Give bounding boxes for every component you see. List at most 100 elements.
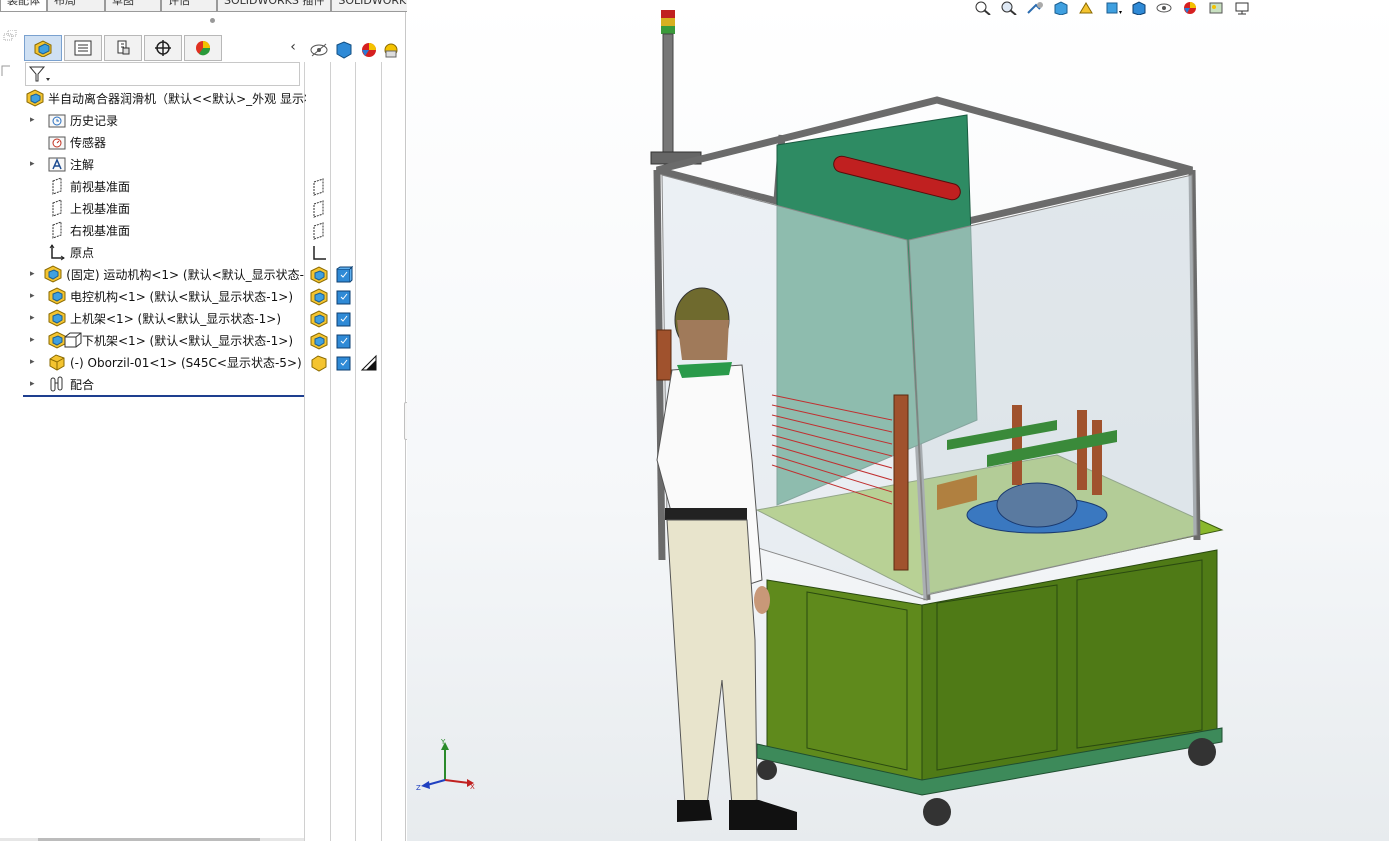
tree-item-label: 下机架<1> (默认<默认_显示状态-1>) xyxy=(82,333,293,348)
tab-assembly[interactable]: 装配体 xyxy=(0,0,47,12)
command-manager-tabs: 装配体 布局 草图 评估 SOLIDWORKS 插件 SOLIDWORKS MB… xyxy=(0,0,450,12)
display-state-cube-icon[interactable] xyxy=(335,288,353,306)
display-state-cube-icon[interactable] xyxy=(335,332,353,350)
filter-funnel-icon[interactable] xyxy=(29,66,51,84)
part-visibility-icon[interactable] xyxy=(310,354,328,372)
tree-item-label: 电控机构<1> (默认<默认_显示状态-1>) xyxy=(70,289,293,304)
plane-visibility-icon[interactable] xyxy=(310,178,328,196)
shaded-triangle-icon[interactable] xyxy=(360,354,378,372)
solidworks-window: 装配体 布局 草图 评估 SOLIDWORKS 插件 SOLIDWORKS MB… xyxy=(0,0,1389,841)
tab-layout[interactable]: 布局 xyxy=(47,0,105,12)
appearance-ball-icon xyxy=(362,43,376,57)
tree-item-label: 历史记录 xyxy=(70,113,119,128)
reference-triad: Y X Z xyxy=(416,738,475,792)
display-pie-icon xyxy=(196,41,211,56)
property-list-icon xyxy=(74,40,92,56)
origin-visibility-icon[interactable] xyxy=(310,244,328,262)
tree-item-label: (固定) 运动机构<1> (默认<默认_显示状态- xyxy=(66,267,304,282)
tree-filter-box[interactable] xyxy=(25,62,300,86)
display-state-cube-icon[interactable] xyxy=(335,354,353,372)
tree-item-label: 传感器 xyxy=(70,135,107,150)
collapse-panel-icon[interactable]: ‹ xyxy=(286,39,300,55)
tree-root-label: 半自动离合器润滑机（默认<<默认>_外观 显示状 xyxy=(48,91,306,106)
expand-arrow-icon[interactable]: ▸ xyxy=(30,269,40,279)
tab-evaluate[interactable]: 评估 xyxy=(161,0,217,12)
triad-x-label: X xyxy=(470,783,475,791)
tree-item-label: 前视基准面 xyxy=(70,179,131,194)
expand-arrow-icon[interactable]: ▸ xyxy=(30,335,40,345)
expand-arrow-icon[interactable]: ▸ xyxy=(30,357,40,367)
origin-icon xyxy=(48,243,66,261)
display-state-cube-icon[interactable] xyxy=(335,310,353,328)
tree-item-history[interactable]: ▸ 历史记录 xyxy=(30,109,118,131)
feature-manager-tab[interactable] xyxy=(24,35,62,61)
expand-arrow-icon[interactable]: ▸ xyxy=(30,379,40,389)
tree-item-electric-control[interactable]: ▸ 电控机构<1> (默认<默认_显示状态-1>) xyxy=(30,285,293,307)
assembly-icon xyxy=(26,89,44,107)
expand-arrow-icon[interactable]: ▸ xyxy=(30,115,40,125)
tree-item-label: 上机架<1> (默认<默认_显示状态-1>) xyxy=(70,311,281,326)
tree-item-sensors[interactable]: 传感器 xyxy=(30,131,106,153)
part-icon xyxy=(48,353,66,371)
tree-item-lower-frame[interactable]: ▸ 下机架<1> (默认<默认_显示状态-1>) xyxy=(30,329,293,351)
sensor-icon xyxy=(48,133,66,151)
tree-item-front-plane[interactable]: 前视基准面 xyxy=(30,175,130,197)
tree-item-motion-mechanism[interactable]: ▸ (固定) 运动机构<1> (默认<默认_显示状态- xyxy=(30,263,304,285)
annotation-icon xyxy=(48,155,66,173)
plane-visibility-icon[interactable] xyxy=(310,200,328,218)
configuration-manager-tab[interactable] xyxy=(104,35,142,61)
lower-cabinet xyxy=(756,549,1223,826)
plane-visibility-icon[interactable] xyxy=(310,222,328,240)
scene-icon xyxy=(384,43,398,58)
machine-3d-model[interactable] xyxy=(637,0,1237,841)
manager-tabs xyxy=(24,35,224,61)
tree-item-annotations[interactable]: ▸ 注解 xyxy=(30,153,94,175)
component-visibility-icon[interactable] xyxy=(310,332,328,350)
tab-solidworks-addins[interactable]: SOLIDWORKS 插件 xyxy=(217,0,332,12)
property-manager-tab[interactable] xyxy=(64,35,102,61)
sidebar-strip-icons xyxy=(1,30,17,76)
triad-z-label: Z xyxy=(416,784,421,792)
hide-show-eye-icon xyxy=(310,43,328,57)
plane-icon xyxy=(48,199,66,217)
assembly-icon xyxy=(44,265,62,283)
tree-item-upper-frame[interactable]: ▸ 上机架<1> (默认<默认_显示状态-1>) xyxy=(30,307,281,329)
display-state-cube-icon[interactable] xyxy=(335,266,353,284)
tree-item-label: (-) Oborzil-01<1> (S45C<显示状态-5>) xyxy=(70,355,302,370)
rollback-bar[interactable] xyxy=(23,395,304,397)
expand-arrow-icon[interactable]: ▸ xyxy=(30,313,40,323)
tree-item-label: 原点 xyxy=(70,245,95,260)
component-visibility-icon[interactable] xyxy=(310,266,328,284)
component-visibility-icon[interactable] xyxy=(310,310,328,328)
configuration-icon xyxy=(117,40,130,55)
tree-item-top-plane[interactable]: 上视基准面 xyxy=(30,197,130,219)
tree-item-origin[interactable]: 原点 xyxy=(30,241,94,263)
graphics-viewport[interactable]: ▾ Y X Z xyxy=(407,0,1389,841)
tree-display-toggles[interactable] xyxy=(310,40,400,60)
tree-item-label: 上视基准面 xyxy=(70,201,131,216)
assembly-tab-icon xyxy=(34,40,52,57)
view-cube-icon xyxy=(336,41,352,59)
expand-arrow-icon[interactable]: ▸ xyxy=(30,291,40,301)
plane-icon xyxy=(48,221,66,239)
signal-tower xyxy=(650,10,702,165)
panel-grip[interactable] xyxy=(210,18,215,23)
history-folder-icon xyxy=(48,111,66,129)
mates-icon xyxy=(48,375,66,393)
tree-item-right-plane[interactable]: 右视基准面 xyxy=(30,219,130,241)
assembly-icon xyxy=(48,287,66,305)
tab-sketch[interactable]: 草图 xyxy=(105,0,161,12)
envelope-component-icon xyxy=(64,331,82,349)
display-manager-tab[interactable] xyxy=(184,35,222,61)
dimxpert-manager-tab[interactable] xyxy=(144,35,182,61)
tree-item-oborzil[interactable]: ▸ (-) Oborzil-01<1> (S45C<显示状态-5>) xyxy=(30,351,302,373)
tree-item-mates[interactable]: ▸ 配合 xyxy=(30,373,94,395)
expand-arrow-icon[interactable]: ▸ xyxy=(30,159,40,169)
tree-item-label: 注解 xyxy=(70,157,95,172)
tree-item-label: 右视基准面 xyxy=(70,223,131,238)
tree-root-assembly[interactable]: 半自动离合器润滑机（默认<<默认>_外观 显示状 xyxy=(26,87,306,109)
triad-y-label: Y xyxy=(440,738,446,746)
plane-icon xyxy=(48,177,66,195)
feature-manager-panel: ‹ 半自动离合器润滑机（默认<<默认>_外观 显示状 ▸ 历史记录 传感器 ▸ … xyxy=(0,12,406,841)
component-visibility-icon[interactable] xyxy=(310,288,328,306)
